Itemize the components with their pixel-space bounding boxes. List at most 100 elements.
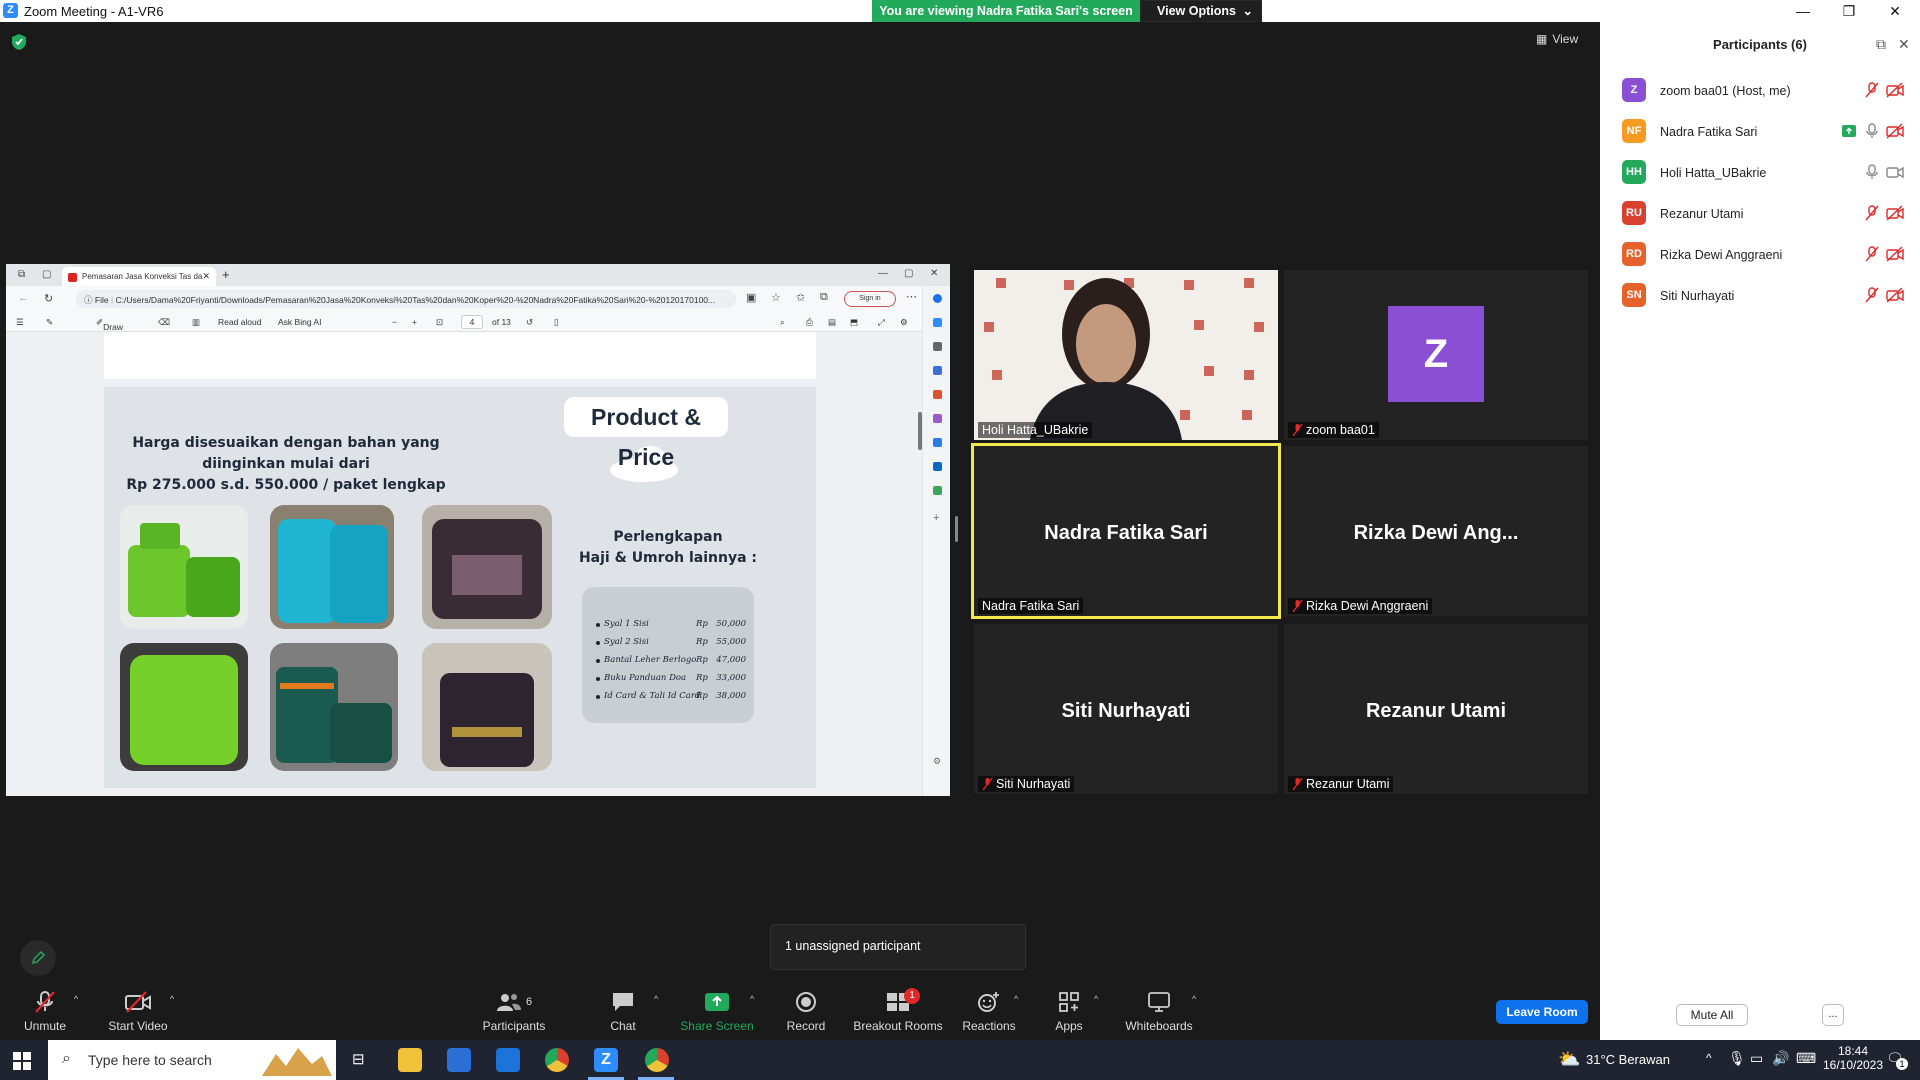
zoom-taskbar-icon[interactable]: Z bbox=[594, 1048, 618, 1072]
participant-row[interactable]: RD Rizka Dewi Anggraeni bbox=[1600, 238, 1920, 272]
windows-start-icon[interactable] bbox=[13, 1052, 31, 1070]
video-tile-siti[interactable]: Siti Nurhayati Siti Nurhayati bbox=[974, 624, 1278, 794]
browser-minimize-icon[interactable]: — bbox=[878, 268, 888, 279]
mic-muted-icon[interactable] bbox=[1864, 246, 1880, 262]
pop-out-icon[interactable]: ⧉ bbox=[1876, 36, 1886, 53]
mic-muted-icon[interactable] bbox=[1864, 82, 1880, 98]
show-hidden-icons[interactable]: ^ bbox=[1706, 1051, 1712, 1065]
ask-bing-button[interactable]: Ask Bing AI bbox=[278, 317, 321, 327]
split-handle[interactable] bbox=[955, 516, 958, 542]
language-icon[interactable]: ⌨ bbox=[1796, 1050, 1816, 1067]
contents-icon[interactable]: ☰ bbox=[16, 317, 24, 328]
restore-button[interactable]: ❐ bbox=[1826, 0, 1872, 22]
chrome-icon[interactable] bbox=[545, 1048, 569, 1072]
participant-row[interactable]: RU Rezanur Utami bbox=[1600, 197, 1920, 231]
mic-muted-icon[interactable] bbox=[1864, 287, 1880, 303]
audio-options-caret[interactable]: ^ bbox=[74, 994, 78, 1004]
apps-button[interactable]: Apps bbox=[1024, 988, 1114, 1033]
weather-text[interactable]: 31°C Berawan bbox=[1586, 1052, 1670, 1067]
close-window-button[interactable]: ✕ bbox=[1872, 0, 1918, 22]
video-off-icon[interactable] bbox=[1886, 287, 1904, 303]
share-screen-button[interactable]: Share Screen bbox=[672, 988, 762, 1033]
mic-icon[interactable] bbox=[1864, 164, 1880, 180]
more-menu-icon[interactable]: ⋯ bbox=[906, 290, 917, 303]
whiteboards-options-caret[interactable]: ^ bbox=[1192, 994, 1196, 1004]
record-button[interactable]: Record bbox=[761, 988, 851, 1033]
video-options-caret[interactable]: ^ bbox=[170, 994, 174, 1004]
browser-restore-icon[interactable]: ▢ bbox=[904, 268, 913, 279]
annotate-pencil-button[interactable] bbox=[20, 940, 56, 976]
reactions-button[interactable]: Reactions bbox=[944, 988, 1034, 1033]
eraser-icon[interactable]: ⌫ bbox=[158, 317, 170, 328]
favorite-star-icon[interactable]: ☆ bbox=[771, 291, 781, 304]
mic-icon[interactable] bbox=[1864, 123, 1880, 139]
clock[interactable]: 18:44 16/10/2023 bbox=[1818, 1044, 1888, 1072]
sidebar-app-icon[interactable] bbox=[933, 318, 942, 327]
sign-in-button[interactable]: Sign in bbox=[844, 291, 896, 307]
video-tile-rezanur[interactable]: Rezanur Utami Rezanur Utami bbox=[1284, 624, 1588, 794]
mic-muted-icon[interactable] bbox=[1864, 205, 1880, 221]
chrome-profile-icon[interactable] bbox=[645, 1048, 669, 1072]
volume-icon[interactable]: 🔊 bbox=[1772, 1050, 1789, 1067]
view-layout-button[interactable]: ▦ View bbox=[1536, 32, 1578, 46]
network-icon[interactable]: ▭ bbox=[1750, 1050, 1763, 1067]
workspaces-icon[interactable]: ⧉ bbox=[18, 269, 25, 280]
sidebar-outlook-icon[interactable] bbox=[933, 438, 942, 447]
video-tile-rizka[interactable]: Rizka Dewi Ang... Rizka Dewi Anggraeni bbox=[1284, 446, 1588, 616]
video-off-icon[interactable] bbox=[1886, 246, 1904, 262]
video-off-icon[interactable] bbox=[1886, 82, 1904, 98]
sidebar-search-icon[interactable] bbox=[933, 342, 942, 351]
more-options-button[interactable]: ... bbox=[1822, 1004, 1844, 1026]
sidebar-tools-icon[interactable] bbox=[933, 366, 942, 375]
pdf-viewer[interactable]: Product & Price Harga disesuaikan dengan… bbox=[6, 332, 922, 796]
pdf-search-icon[interactable]: ⌕ bbox=[780, 317, 785, 328]
apps-options-caret[interactable]: ^ bbox=[1094, 994, 1098, 1004]
weather-icon[interactable]: ⛅ bbox=[1558, 1049, 1580, 1070]
video-tile-zoom[interactable]: Z zoom baa01 bbox=[1284, 270, 1588, 440]
page-number-input[interactable]: 4 bbox=[461, 315, 483, 329]
refresh-icon[interactable]: ↻ bbox=[44, 292, 53, 305]
highlight-icon[interactable]: ✎ bbox=[46, 317, 53, 328]
sidebar-games-icon[interactable] bbox=[933, 390, 942, 399]
participant-row[interactable]: HH Holi Hatta_UBakrie bbox=[1600, 156, 1920, 190]
print-icon[interactable]: ⎙ bbox=[806, 317, 813, 328]
zoom-in-icon[interactable]: + bbox=[412, 317, 417, 327]
breakout-rooms-button[interactable]: 1 Breakout Rooms bbox=[848, 988, 948, 1033]
participant-row[interactable]: Z zoom baa01 (Host, me) bbox=[1600, 74, 1920, 108]
save-as-icon[interactable]: ⬒ bbox=[850, 317, 858, 328]
close-panel-icon[interactable]: ✕ bbox=[1898, 36, 1910, 53]
favorites-icon[interactable]: ✩ bbox=[796, 291, 805, 304]
video-tile-holi[interactable]: Holi Hatta_UBakrie bbox=[974, 270, 1278, 440]
browser-tab[interactable]: Pemasaran Jasa Konveksi Tas da ✕ bbox=[62, 267, 216, 286]
rotate-icon[interactable]: ↺ bbox=[526, 317, 533, 328]
view-options-button[interactable]: View Options ⌄ bbox=[1140, 0, 1262, 22]
sidebar-skype-icon[interactable] bbox=[933, 462, 942, 471]
tab-actions-icon[interactable]: ▢ bbox=[42, 269, 51, 280]
file-explorer-icon[interactable] bbox=[398, 1048, 422, 1072]
draw-button[interactable]: ✐ Draw bbox=[96, 317, 123, 332]
taskbar-search-box[interactable]: ⌕ Type here to search bbox=[48, 1040, 336, 1080]
mail-icon[interactable] bbox=[496, 1048, 520, 1072]
video-tile-nadra-active[interactable]: Nadra Fatika Sari Nadra Fatika Sari bbox=[971, 443, 1281, 619]
task-view-icon[interactable]: ⊟ bbox=[352, 1050, 365, 1068]
microsoft-store-icon[interactable] bbox=[447, 1048, 471, 1072]
zoom-out-icon[interactable]: − bbox=[392, 317, 397, 327]
video-off-icon[interactable] bbox=[1886, 205, 1904, 221]
unassigned-participant-toast[interactable]: 1 unassigned participant bbox=[770, 924, 1026, 970]
back-icon[interactable]: ← bbox=[18, 292, 29, 304]
sidebar-office-icon[interactable] bbox=[933, 414, 942, 423]
tray-mic-icon[interactable]: 🎙 bbox=[1728, 1050, 1746, 1067]
participants-button[interactable]: 6 Participants bbox=[469, 988, 559, 1033]
two-page-icon[interactable]: ▯ bbox=[554, 317, 559, 328]
video-icon[interactable] bbox=[1886, 164, 1904, 180]
save-icon[interactable]: ▤ bbox=[828, 317, 836, 328]
whiteboards-button[interactable]: Whiteboards bbox=[1114, 988, 1204, 1033]
bing-icon[interactable] bbox=[933, 294, 942, 303]
pdf-settings-icon[interactable]: ⚙ bbox=[900, 317, 908, 328]
chat-options-caret[interactable]: ^ bbox=[654, 994, 658, 1004]
mute-all-button[interactable]: Mute All bbox=[1676, 1004, 1748, 1026]
sidebar-add-icon[interactable]: + bbox=[933, 512, 942, 524]
reading-view-icon[interactable]: ▣ bbox=[746, 291, 756, 304]
participant-row[interactable]: SN Siti Nurhayati bbox=[1600, 279, 1920, 313]
read-aloud-button[interactable]: Read aloud bbox=[218, 317, 261, 327]
